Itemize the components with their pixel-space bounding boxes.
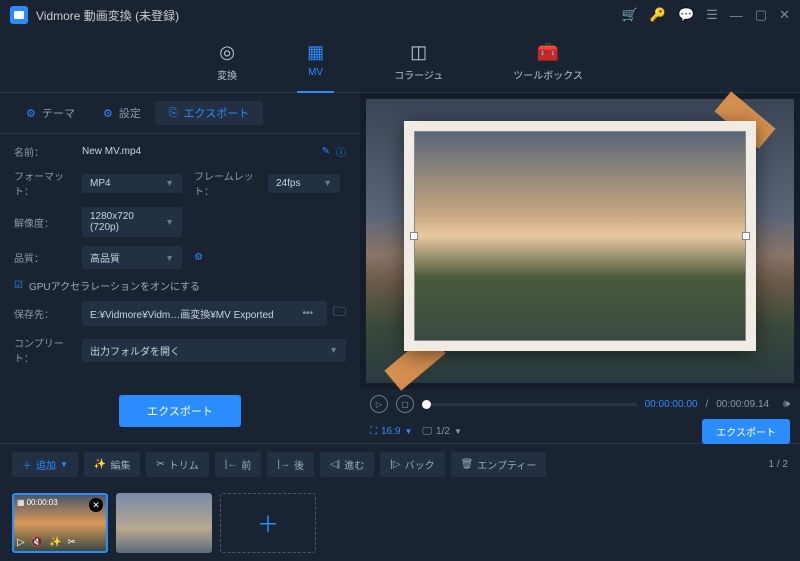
photo-frame[interactable] bbox=[404, 121, 756, 351]
clip-play-icon[interactable]: ▷ bbox=[17, 537, 25, 548]
menu-icon[interactable]: ☰ bbox=[706, 7, 718, 23]
tab-collage[interactable]: ◫ コラージュ bbox=[384, 38, 453, 92]
crop-icon: ⛶ bbox=[370, 426, 377, 437]
edit-button[interactable]: ✨ 編集 bbox=[84, 452, 140, 477]
convert-icon: ◎ bbox=[219, 42, 235, 63]
quality-label: 品質： bbox=[14, 250, 82, 265]
page-select[interactable]: 🖵1/2▼ bbox=[422, 426, 461, 437]
chevron-down-icon: ▼ bbox=[165, 253, 174, 263]
aspect-select[interactable]: ⛶16:9▼ bbox=[370, 426, 412, 437]
format-label: フォーマット： bbox=[14, 168, 82, 198]
cart-icon[interactable]: 🛒 bbox=[622, 7, 638, 23]
app-logo bbox=[10, 6, 28, 24]
clip-duration: ▦ 00:00:03 bbox=[17, 498, 58, 507]
resize-handle-w[interactable] bbox=[410, 232, 418, 240]
subtab-settings[interactable]: ⚙設定 bbox=[89, 101, 155, 125]
forward-button[interactable]: ◁| 進む bbox=[320, 452, 374, 477]
browse-icon[interactable]: ••• bbox=[296, 308, 319, 319]
clip-cut-icon[interactable]: ✂ bbox=[68, 537, 76, 548]
add-clip-button[interactable]: ＋ bbox=[220, 493, 316, 553]
preview-area[interactable] bbox=[366, 99, 794, 383]
name-value: New MV.mp4 bbox=[82, 146, 316, 157]
collage-icon: ◫ bbox=[410, 42, 427, 63]
back-button[interactable]: |▷ バック bbox=[380, 452, 444, 477]
name-label: 名前： bbox=[14, 144, 82, 159]
chat-icon[interactable]: 💬 bbox=[678, 7, 694, 23]
open-folder-icon[interactable]: 🗀 bbox=[333, 303, 346, 325]
toolbox-icon: 🧰 bbox=[537, 42, 559, 63]
play-button[interactable]: ▷ bbox=[370, 395, 388, 413]
total-time: 00:00:09.14 bbox=[716, 399, 769, 410]
stop-button[interactable]: ▢ bbox=[396, 395, 414, 413]
gpu-label: GPUアクセラレーションをオンにする bbox=[29, 278, 200, 293]
preview-export-button[interactable]: エクスポート bbox=[702, 419, 790, 444]
after-button[interactable]: |→ 後 bbox=[267, 452, 314, 477]
settings-icon: ⚙ bbox=[103, 107, 113, 120]
minimize-icon[interactable]: — bbox=[730, 8, 743, 23]
clip-effect-icon[interactable]: ✨ bbox=[49, 537, 61, 548]
quality-select[interactable]: 高品質▼ bbox=[82, 246, 182, 269]
complete-select[interactable]: 出力フォルダを開く▼ bbox=[82, 339, 346, 362]
maximize-icon[interactable]: ▢ bbox=[755, 7, 767, 23]
clip-thumbnail[interactable] bbox=[116, 493, 212, 553]
app-title: Vidmore 動画変換 (未登録) bbox=[36, 7, 179, 24]
key-icon[interactable]: 🔑 bbox=[650, 7, 666, 23]
saveto-path[interactable]: E:¥Vidmore¥Vidm…画変換¥MV Exported••• bbox=[82, 301, 327, 326]
chevron-down-icon: ▼ bbox=[165, 178, 174, 188]
close-icon[interactable]: ✕ bbox=[779, 7, 790, 23]
empty-button[interactable]: 🗑 エンプティー bbox=[451, 452, 547, 477]
complete-label: コンプリート： bbox=[14, 335, 82, 365]
clip-mute-icon[interactable]: 🔇 bbox=[31, 537, 43, 548]
plus-icon: ＋ bbox=[257, 507, 279, 539]
page-indicator: 1 / 2 bbox=[769, 459, 788, 470]
theme-icon: ⚙ bbox=[26, 107, 36, 120]
resolution-label: 解像度： bbox=[14, 215, 82, 230]
saveto-label: 保存先： bbox=[14, 306, 82, 321]
chevron-down-icon: ▼ bbox=[329, 345, 338, 355]
before-button[interactable]: |← 前 bbox=[215, 452, 262, 477]
quality-settings-icon[interactable]: ⚙ bbox=[194, 252, 203, 263]
mv-icon: ▦ bbox=[307, 42, 324, 63]
export-button[interactable]: エクスポート bbox=[119, 395, 241, 427]
clip-thumbnail[interactable]: ▦ 00:00:03 ✕ ▷ 🔇 ✨ ✂ bbox=[12, 493, 108, 553]
framerate-select[interactable]: 24fps▼ bbox=[268, 174, 340, 193]
tab-convert[interactable]: ◎ 変換 bbox=[207, 38, 247, 92]
chevron-down-icon: ▼ bbox=[165, 217, 174, 227]
tab-toolbox[interactable]: 🧰 ツールボックス bbox=[503, 38, 593, 92]
export-icon: ⎘ bbox=[169, 107, 178, 120]
edit-name-icon[interactable]: ✎ bbox=[322, 146, 330, 157]
chevron-down-icon: ▼ bbox=[323, 178, 332, 188]
current-time: 00:00:00.00 bbox=[645, 399, 698, 410]
display-icon: 🖵 bbox=[422, 426, 432, 437]
remove-clip-icon[interactable]: ✕ bbox=[89, 498, 103, 512]
resolution-select[interactable]: 1280x720 (720p)▼ bbox=[82, 207, 182, 237]
add-button[interactable]: ＋ 追加 ▼ bbox=[12, 452, 78, 477]
playhead[interactable] bbox=[422, 400, 431, 409]
volume-icon[interactable]: 🕪 bbox=[783, 398, 790, 411]
gpu-checkbox[interactable]: ☑ bbox=[14, 280, 23, 291]
tab-mv[interactable]: ▦ MV bbox=[297, 38, 334, 92]
trim-button[interactable]: ✂ トリム bbox=[146, 452, 208, 477]
framerate-label: フレームレット： bbox=[194, 168, 268, 198]
subtab-theme[interactable]: ⚙テーマ bbox=[12, 101, 89, 125]
timeline[interactable] bbox=[422, 403, 637, 406]
subtab-export[interactable]: ⎘エクスポート bbox=[155, 101, 263, 125]
info-icon[interactable]: ⓘ bbox=[336, 144, 346, 159]
resize-handle-e[interactable] bbox=[742, 232, 750, 240]
format-select[interactable]: MP4▼ bbox=[82, 174, 182, 193]
